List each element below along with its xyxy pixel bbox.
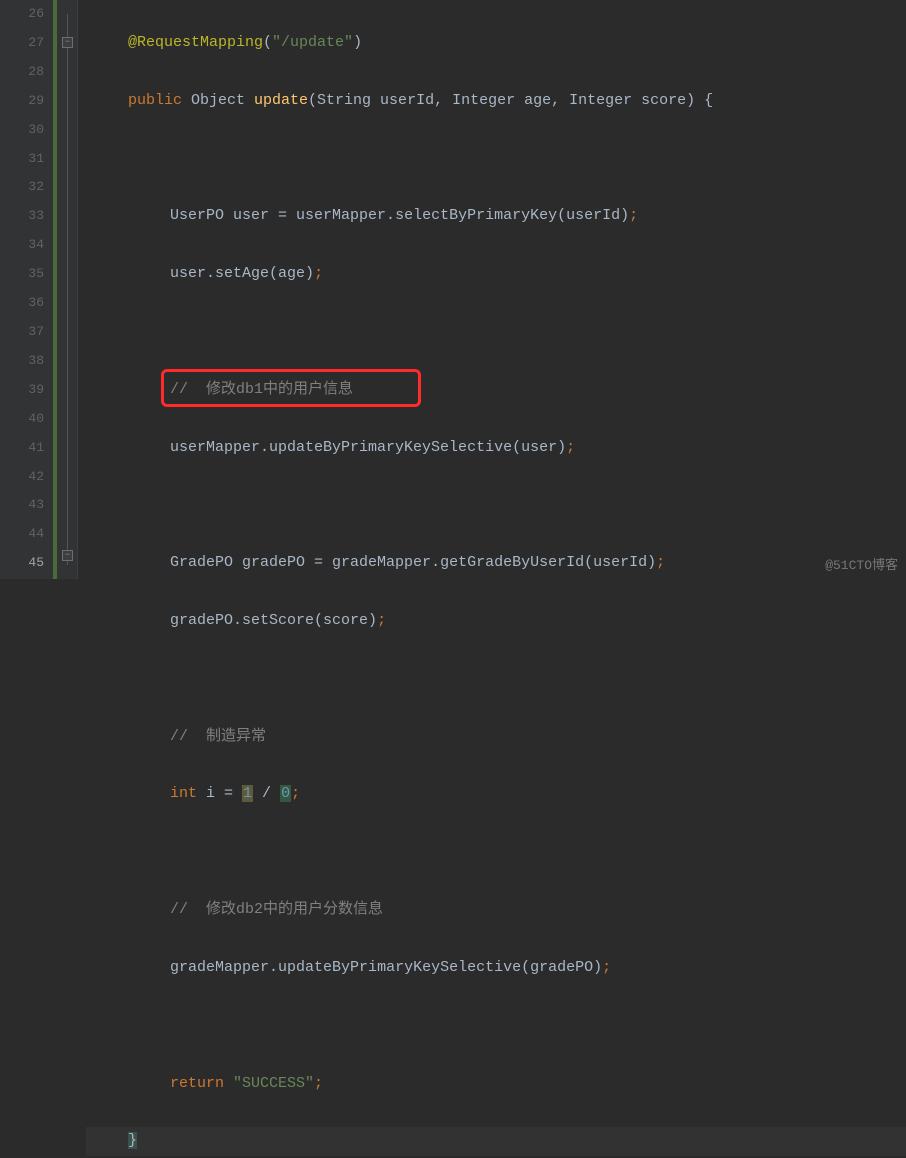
code-line[interactable] bbox=[86, 1012, 906, 1041]
line-number: 31 bbox=[0, 145, 44, 174]
comment: // 制造异常 bbox=[170, 728, 266, 745]
code-line[interactable] bbox=[86, 838, 906, 867]
watermark: @51CTO博客 bbox=[825, 554, 898, 573]
line-number: 36 bbox=[0, 289, 44, 318]
line-number: 30 bbox=[0, 116, 44, 145]
line-number: 33 bbox=[0, 202, 44, 231]
code-content[interactable]: @RequestMapping("/update") public Object… bbox=[78, 0, 906, 579]
code-line[interactable]: gradePO.setScore(score); bbox=[86, 607, 906, 636]
line-number: 27 bbox=[0, 29, 44, 58]
comment: // 修改db1中的用户信息 bbox=[170, 381, 353, 398]
code-line[interactable] bbox=[86, 665, 906, 694]
string-literal: "/update" bbox=[272, 34, 353, 51]
line-number: 34 bbox=[0, 231, 44, 260]
code-line[interactable]: public Object update(String userId, Inte… bbox=[86, 87, 906, 116]
string-literal: "SUCCESS" bbox=[233, 1075, 314, 1092]
line-number: 29 bbox=[0, 87, 44, 116]
line-number: 44 bbox=[0, 520, 44, 549]
line-number: 42 bbox=[0, 463, 44, 492]
keyword: return bbox=[170, 1075, 224, 1092]
code-line[interactable]: gradeMapper.updateByPrimaryKeySelective(… bbox=[86, 954, 906, 983]
change-indicator bbox=[53, 0, 57, 579]
code-line[interactable]: return "SUCCESS"; bbox=[86, 1070, 906, 1099]
code-line[interactable]: // 修改db2中的用户分数信息 bbox=[86, 896, 906, 925]
code-line[interactable]: @RequestMapping("/update") bbox=[86, 29, 906, 58]
code-line[interactable]: user.setAge(age); bbox=[86, 260, 906, 289]
line-number: 45 bbox=[0, 549, 44, 578]
code-line[interactable]: // 修改db1中的用户信息 bbox=[86, 376, 906, 405]
line-number: 40 bbox=[0, 405, 44, 434]
code-line[interactable]: GradePO gradePO = gradeMapper.getGradeBy… bbox=[86, 549, 906, 578]
number-literal: 1 bbox=[242, 785, 253, 802]
method-name: update bbox=[254, 92, 308, 109]
code-line[interactable]: int i = 1 / 0; bbox=[86, 780, 906, 809]
line-number: 28 bbox=[0, 58, 44, 87]
code-line[interactable] bbox=[86, 491, 906, 520]
code-line[interactable]: // 制造异常 bbox=[86, 723, 906, 752]
comment: // 修改db2中的用户分数信息 bbox=[170, 901, 383, 918]
line-number: 38 bbox=[0, 347, 44, 376]
code-line[interactable]: userMapper.updateByPrimaryKeySelective(u… bbox=[86, 434, 906, 463]
line-number: 26 bbox=[0, 0, 44, 29]
line-number: 35 bbox=[0, 260, 44, 289]
code-editor[interactable]: 26 27 28 29 30 31 32 33 34 35 36 37 38 3… bbox=[0, 0, 906, 579]
line-number: 41 bbox=[0, 434, 44, 463]
line-number: 37 bbox=[0, 318, 44, 347]
code-line[interactable]: UserPO user = userMapper.selectByPrimary… bbox=[86, 202, 906, 231]
line-number: 32 bbox=[0, 173, 44, 202]
annotation: @RequestMapping bbox=[128, 34, 263, 51]
code-line[interactable] bbox=[86, 145, 906, 174]
fold-collapse-icon[interactable]: − bbox=[62, 37, 73, 48]
fold-guide-line bbox=[67, 14, 68, 565]
line-number-gutter: 26 27 28 29 30 31 32 33 34 35 36 37 38 3… bbox=[0, 0, 52, 579]
keyword: public bbox=[128, 92, 182, 109]
code-line[interactable] bbox=[86, 318, 906, 347]
keyword: int bbox=[170, 785, 197, 802]
line-number: 39 bbox=[0, 376, 44, 405]
code-line[interactable]: } bbox=[86, 1127, 906, 1156]
line-number: 43 bbox=[0, 491, 44, 520]
fold-expand-icon[interactable]: − bbox=[62, 550, 73, 561]
fold-gutter: − − bbox=[58, 0, 78, 579]
number-literal: 0 bbox=[280, 785, 291, 802]
